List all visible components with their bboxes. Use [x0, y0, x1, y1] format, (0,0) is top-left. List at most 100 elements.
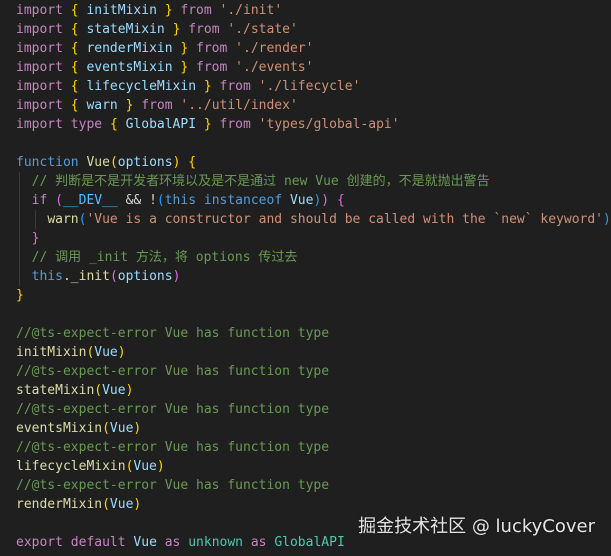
- code-line[interactable]: import { warn } from '../util/index': [16, 96, 611, 115]
- code-token: .: [62, 269, 71, 284]
- code-line[interactable]: }: [16, 229, 611, 248]
- code-line[interactable]: import { eventsMixin } from './events': [16, 58, 611, 77]
- code-token: (: [94, 383, 103, 398]
- code-token: export: [16, 535, 63, 550]
- code-token: 'types/global-api': [258, 117, 400, 132]
- code-token: {: [70, 98, 79, 113]
- indent-guide: [35, 210, 36, 229]
- code-line[interactable]: [16, 134, 611, 153]
- indent-guide: [19, 267, 20, 286]
- code-token: }: [164, 3, 173, 18]
- code-token: './init': [219, 3, 283, 18]
- code-token: renderMixin: [86, 41, 173, 56]
- code-token: //@ts-expect-error Vue has function type: [16, 326, 330, 341]
- code-line[interactable]: //@ts-expect-error Vue has function type: [16, 362, 611, 381]
- code-token: // 调用 _init 方法，将 options 传过去: [31, 250, 298, 265]
- code-line[interactable]: initMixin(Vue): [16, 343, 611, 362]
- code-token: this: [31, 269, 63, 284]
- code-line[interactable]: //@ts-expect-error Vue has function type: [16, 476, 611, 495]
- code-token: options: [117, 269, 173, 284]
- indent-guide: [19, 191, 20, 210]
- code-line[interactable]: import { lifecycleMixin } from './lifecy…: [16, 77, 611, 96]
- code-token: from: [141, 98, 173, 113]
- code-line[interactable]: //@ts-expect-error Vue has function type: [16, 324, 611, 343]
- code-token: initMixin: [86, 3, 157, 18]
- code-line[interactable]: stateMixin(Vue): [16, 381, 611, 400]
- code-token: eventsMixin: [16, 421, 103, 436]
- code-token: warn: [86, 98, 118, 113]
- code-token: unknown: [188, 535, 244, 550]
- code-line[interactable]: import { initMixin } from './init': [16, 1, 611, 20]
- code-line[interactable]: warn('Vue is a constructor and should be…: [16, 210, 611, 229]
- code-line[interactable]: [16, 305, 611, 324]
- code-token: Vue: [94, 345, 118, 360]
- code-token: from: [180, 3, 212, 18]
- code-line[interactable]: lifecycleMixin(Vue): [16, 457, 611, 476]
- code-token: &&: [125, 193, 142, 208]
- code-token: from: [219, 79, 251, 94]
- code-line[interactable]: import type { GlobalAPI } from 'types/gl…: [16, 115, 611, 134]
- code-token: (: [109, 269, 118, 284]
- code-token: Vue: [109, 421, 134, 436]
- code-token: {: [70, 3, 79, 18]
- code-token: Vue: [86, 155, 110, 170]
- code-token: GlobalAPI: [125, 117, 197, 132]
- code-line[interactable]: // 调用 _init 方法，将 options 传过去: [16, 248, 611, 267]
- indent-guide: [19, 248, 20, 267]
- code-token: {: [188, 155, 197, 170]
- code-line[interactable]: if (__DEV__ && !(this instanceof Vue)) {: [16, 191, 611, 210]
- code-token: ): [133, 421, 142, 436]
- code-token: ): [117, 345, 126, 360]
- code-token: ): [125, 383, 134, 398]
- code-token: {: [70, 22, 79, 37]
- code-token: __DEV__: [62, 193, 118, 208]
- code-token: lifecycleMixin: [86, 79, 197, 94]
- code-line[interactable]: this._init(options): [16, 267, 611, 286]
- code-line[interactable]: import { renderMixin } from './render': [16, 39, 611, 58]
- code-token: options: [117, 155, 173, 170]
- code-token: (: [55, 193, 63, 208]
- code-line[interactable]: //@ts-expect-error Vue has function type: [16, 438, 611, 457]
- code-line[interactable]: // 判断是不是开发者环境以及是不是通过 new Vue 创建的，不是就抛出警告: [16, 172, 611, 191]
- code-line[interactable]: eventsMixin(Vue): [16, 419, 611, 438]
- code-line[interactable]: //@ts-expect-error Vue has function type: [16, 400, 611, 419]
- indent-guide: [19, 172, 20, 191]
- code-token: Vue: [289, 193, 314, 208]
- code-editor[interactable]: import { initMixin } from './init' import…: [0, 0, 611, 556]
- code-token: {: [109, 117, 118, 132]
- indent-guide: [19, 229, 20, 248]
- code-token: (: [156, 193, 165, 208]
- code-area[interactable]: import { initMixin } from './init' import…: [16, 1, 611, 556]
- code-line[interactable]: }: [16, 286, 611, 305]
- code-line[interactable]: function Vue(options) {: [16, 153, 611, 172]
- code-token: //@ts-expect-error Vue has function type: [16, 402, 330, 417]
- code-token: import: [16, 98, 63, 113]
- code-token: Vue: [102, 383, 126, 398]
- code-token: from: [188, 22, 220, 37]
- code-token: './state': [227, 22, 298, 37]
- code-token: initMixin: [16, 345, 87, 360]
- code-line[interactable]: import { stateMixin } from './state': [16, 20, 611, 39]
- code-token: Vue: [133, 459, 157, 474]
- code-token: warn: [47, 212, 79, 227]
- code-token: from: [196, 41, 228, 56]
- code-token: import: [16, 22, 63, 37]
- code-token: import: [16, 79, 63, 94]
